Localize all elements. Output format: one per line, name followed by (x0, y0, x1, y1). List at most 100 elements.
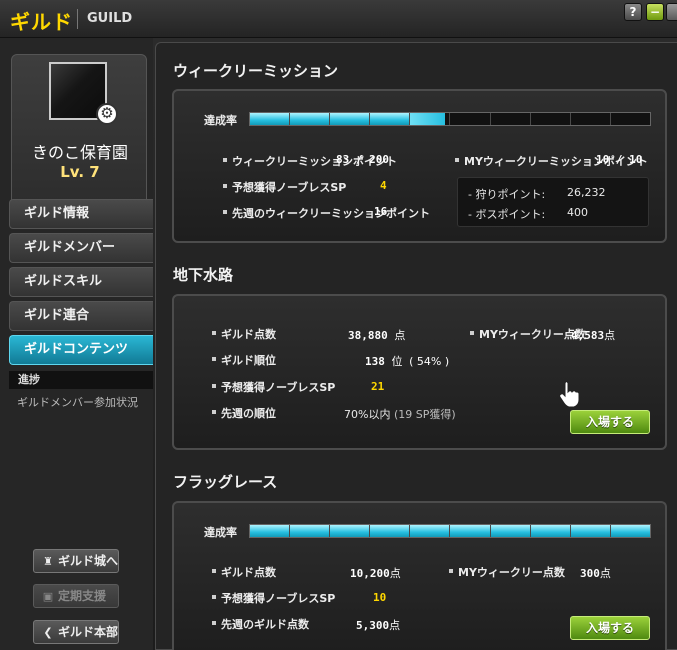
guild-headquarters-button[interactable]: ❮ ギルド本部 (33, 620, 119, 644)
hunt-points-label: - 狩りポイント: (468, 188, 546, 201)
minimize-button[interactable]: − (646, 3, 664, 21)
progress-segment (570, 525, 611, 537)
uw-last-rank-value: 70%以内 (19 SP獲得) (344, 408, 456, 421)
progress-segment (530, 525, 571, 537)
uw-enter-button[interactable]: 入場する (570, 410, 650, 434)
bullet-icon (212, 569, 216, 573)
sidebar-item-guild-info[interactable]: ギルド情報 (9, 199, 153, 229)
progress-segment (611, 113, 650, 125)
weekly-mission-title: ウィークリーミッション (173, 62, 339, 80)
sidebar: ⚙ きのこ保育園 Lv. 7 ギルド情報 ギルドメンバー ギルドスキル ギルド連… (0, 38, 153, 650)
sidebar-item-guild-alliance[interactable]: ギルド連合 (9, 301, 153, 331)
weekly-progress-label: 達成率 (204, 114, 237, 127)
fr-my-weekly-label: MYウィークリー点数 (458, 566, 565, 579)
bullet-icon (212, 357, 216, 361)
flag-race-title: フラッグレース (173, 473, 278, 491)
guild-level: Lv. 7 (60, 163, 100, 181)
uw-my-weekly-value: 4,583点 (571, 329, 616, 342)
bullet-icon (212, 384, 216, 388)
progress-segment (290, 113, 331, 125)
bullet-icon (449, 569, 453, 573)
weekly-last-week-label: 先週のウィークリーミッションポイント (232, 207, 430, 220)
progress-segment (370, 113, 411, 125)
weekly-mission-panel: 達成率 ウィークリーミッションポイント 83 / 200 予想獲得ノーブレスSP… (172, 89, 667, 243)
gear-icon[interactable]: ⚙ (96, 103, 118, 125)
flag-progress-bar (249, 524, 651, 538)
castle-icon: ♜ (43, 555, 53, 568)
bullet-icon (223, 158, 227, 162)
hunt-points-value: 26,232 (567, 186, 606, 199)
progress-segment (490, 525, 531, 537)
guild-contents-panel: ウィークリーミッション 達成率 ウィークリーミッションポイント 83 / 200… (155, 42, 677, 650)
bullet-icon (455, 158, 459, 162)
go-to-guild-castle-button[interactable]: ♜ ギルド城へ (33, 549, 119, 573)
bullet-icon (212, 331, 216, 335)
sidebar-sub-header: 進捗 (9, 371, 153, 389)
help-button[interactable]: ? (624, 3, 642, 21)
underground-waterway-panel: ギルド点数 38,880 点 ギルド順位 138 位 ( 54% ) 予想獲得ノ… (172, 294, 667, 450)
progress-segment (491, 113, 531, 125)
bullet-icon (223, 184, 227, 188)
guild-name: きのこ保育園 (31, 143, 128, 162)
flag-progress-label: 達成率 (204, 526, 237, 539)
my-weekly-points-value: 10 / 10 (596, 153, 643, 166)
progress-segment (330, 113, 371, 125)
hand-cursor-icon (559, 381, 580, 408)
progress-segment (450, 113, 491, 125)
chevron-left-icon: ❮ (43, 626, 53, 639)
fr-score-value: 10,200点 (350, 567, 401, 580)
bullet-icon (212, 621, 216, 625)
uw-score-label: ギルド点数 (221, 328, 276, 341)
weekly-sp-label: 予想獲得ノーブレスSP (232, 181, 347, 194)
fr-enter-button[interactable]: 入場する (570, 616, 650, 640)
gift-icon: ▣ (42, 590, 54, 603)
fr-sp-value: 10 (373, 591, 387, 604)
title-bar[interactable]: ギルド GUILD ? − (0, 0, 677, 38)
progress-segment (571, 113, 611, 125)
progress-segment (531, 113, 571, 125)
uw-my-weekly-label: MYウィークリー点数 (479, 328, 586, 341)
uw-rank-label: ギルド順位 (221, 354, 276, 367)
progress-segment (250, 525, 291, 537)
close-button[interactable] (666, 3, 677, 21)
progress-segment (370, 525, 411, 537)
bullet-icon (212, 595, 216, 599)
fr-my-weekly-value: 300点 (580, 567, 611, 580)
weekly-points-breakdown: - 狩りポイント: 26,232 - ボスポイント: 400 (457, 177, 649, 227)
weekly-points-value: 83 / 200 (336, 153, 389, 166)
regular-support-button: ▣ 定期支援 (33, 584, 119, 608)
uw-score-value: 38,880 点 (348, 329, 406, 342)
uw-last-rank-label: 先週の順位 (221, 407, 276, 420)
boss-points-label: - ボスポイント: (468, 208, 546, 221)
progress-segment (450, 525, 491, 537)
fr-sp-label: 予想獲得ノーブレスSP (221, 592, 336, 605)
uw-sp-label: 予想獲得ノーブレスSP (221, 381, 336, 394)
boss-points-value: 400 (567, 206, 588, 219)
sidebar-item-guild-contents[interactable]: ギルドコンテンツ (9, 335, 153, 365)
sidebar-item-guild-skills[interactable]: ギルドスキル (9, 267, 153, 297)
weekly-sp-value: 4 (380, 179, 387, 192)
bullet-icon (470, 331, 474, 335)
flag-race-panel: 達成率 ギルド点数 10,200点 予想獲得ノーブレスSP 10 先週のギルド点… (172, 501, 667, 650)
weekly-last-week-value: 16 (374, 205, 388, 218)
uw-rank-value: 138 位 ( 54% ) (365, 355, 450, 368)
fr-last-score-label: 先週のギルド点数 (221, 618, 309, 631)
sidebar-item-guild-members[interactable]: ギルドメンバー (9, 233, 153, 263)
title-divider (77, 9, 78, 29)
progress-segment (410, 525, 451, 537)
guild-headquarters-label: ギルド本部 (58, 625, 119, 639)
progress-segment (250, 113, 291, 125)
underground-waterway-title: 地下水路 (173, 266, 234, 284)
go-to-guild-castle-label: ギルド城へ (58, 554, 119, 568)
progress-segment (610, 525, 650, 537)
guild-window: ギルド GUILD ? − ⚙ きのこ保育園 Lv. 7 ギルド情報 ギルドメン… (0, 0, 677, 650)
fr-last-score-value: 5,300点 (356, 619, 401, 632)
weekly-progress-bar (249, 112, 651, 126)
window-subtitle: GUILD (87, 11, 133, 26)
fr-score-label: ギルド点数 (221, 566, 276, 579)
window-title: ギルド (10, 10, 73, 34)
progress-segment (330, 525, 371, 537)
uw-sp-value: 21 (371, 380, 385, 393)
progress-segment (410, 113, 451, 125)
sidebar-sub-item-member-participation[interactable]: ギルドメンバー参加状況 (17, 394, 138, 410)
